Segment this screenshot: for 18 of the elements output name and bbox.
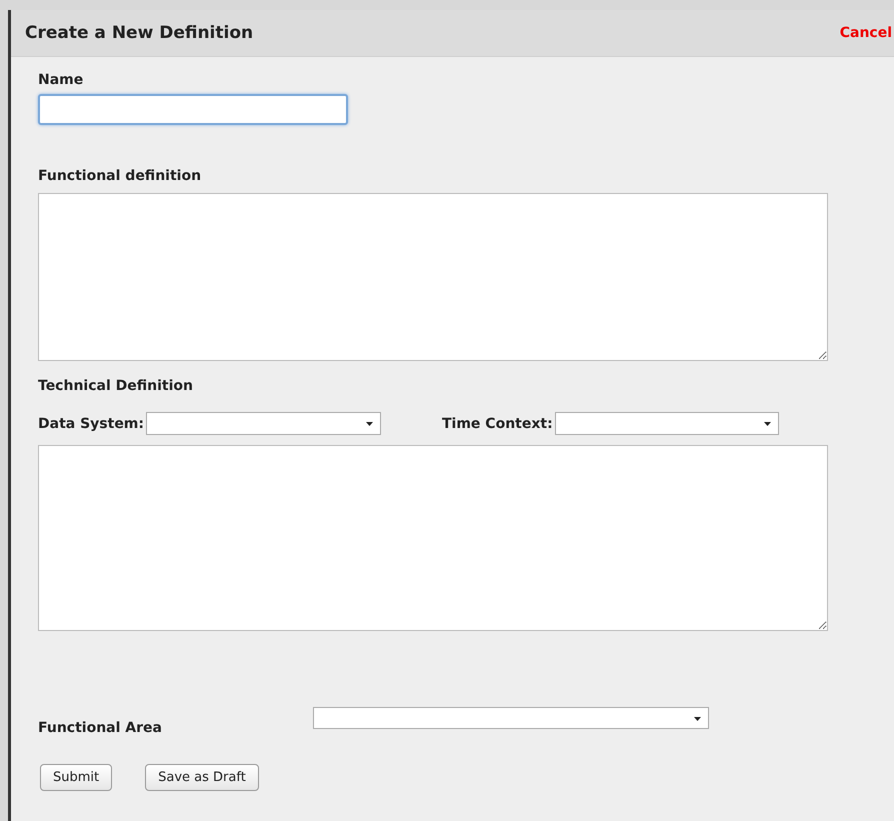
data-system-label: Data System: <box>38 416 144 432</box>
form-button[interactable]: Submit <box>40 764 112 791</box>
name-field[interactable] <box>38 94 348 125</box>
name-label: Name <box>38 72 84 88</box>
functional-area-dropdown[interactable] <box>313 707 709 729</box>
caret-icon <box>366 422 373 426</box>
data-system-dropdown[interactable] <box>146 412 381 435</box>
time-context-label: Time Context: <box>442 416 553 432</box>
functional-definition-field[interactable] <box>38 193 828 361</box>
form-button[interactable]: Save as Draft <box>145 764 259 791</box>
functional-definition-label: Functional definition <box>38 168 202 184</box>
caret-icon <box>764 422 771 426</box>
dialog-title: Create a New Definition <box>25 23 254 43</box>
functional-area-label: Functional Area <box>38 720 163 736</box>
technical-definition-field[interactable] <box>38 445 828 631</box>
caret-icon <box>694 717 701 721</box>
time-context-dropdown[interactable] <box>554 412 779 435</box>
technical-definition-label: Technical Definition <box>38 378 193 394</box>
